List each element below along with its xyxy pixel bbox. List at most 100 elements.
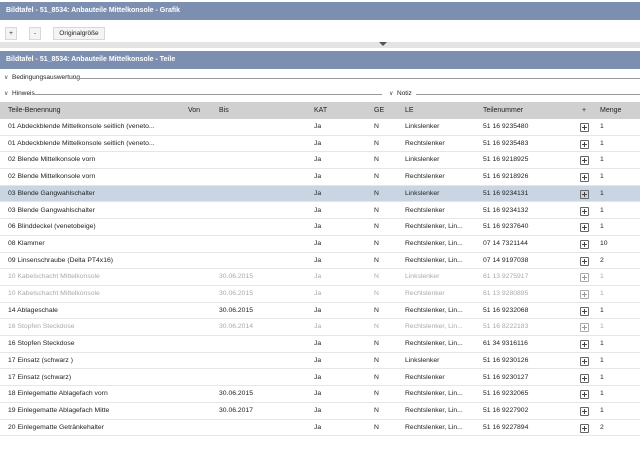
cell-le: Rechtslenker, Lin... [405,239,463,247]
cell-partno: 61 13 9280895 [483,290,529,297]
table-row[interactable]: 08 Klammer Ja N Rechtslenker, Lin... 07 14 7… [0,236,640,253]
cell-le: Linkslenker [405,356,440,364]
col-partno-header[interactable]: Teilenummer [483,102,523,119]
add-to-cart-icon[interactable] [580,206,589,216]
hint-section-toggle[interactable]: ∨ Hinweis [4,88,35,100]
table-row[interactable]: 01 Abdeckblende Mittelkonsole seitlich (… [0,136,640,153]
panel-splitter[interactable] [0,42,640,48]
cell-qty: 1 [600,189,604,197]
add-to-cart-icon[interactable] [580,373,589,383]
cell-name: 14 Ablageschale [8,306,58,314]
add-to-cart-icon[interactable] [580,139,589,149]
cell-le: Rechtslenker [405,290,445,297]
add-to-cart-icon[interactable] [580,239,589,249]
cell-to [219,219,309,235]
add-to-cart-icon[interactable] [580,390,589,400]
graphic-toolbar: + - Originalgröße [0,25,640,42]
cell-name: 16 Stopfen Steckdose [8,323,75,331]
col-qty-header[interactable]: Menge [600,102,621,119]
add-to-cart-icon[interactable] [580,323,589,333]
table-row[interactable]: 02 Blende Mittelkonsole vorn Ja N Rechtslen… [0,169,640,186]
cell-to [219,420,309,436]
add-to-cart-icon[interactable] [580,256,589,266]
original-size-button[interactable]: Originalgröße [53,27,105,40]
cell-qty: 1 [600,273,604,281]
add-to-cart-icon[interactable] [580,189,589,199]
table-row[interactable]: 03 Blende Gangwahlschalter Ja N Linkslenker… [0,185,640,203]
cell-kat: Ja [314,239,322,247]
table-row[interactable]: 17 Einsatz (schwarz ) Ja N Linkslenker 51 16… [0,353,640,370]
cell-partno: 51 16 9234131 [483,189,529,197]
cell-from [188,353,216,369]
add-to-cart-icon[interactable] [580,173,589,183]
add-to-cart-icon[interactable] [580,340,589,350]
cell-ge: N [374,373,379,381]
cell-kat: Ja [314,406,322,414]
col-ge-header[interactable]: GE [374,102,384,119]
add-to-cart-icon[interactable] [580,406,589,416]
cell-from [188,403,216,419]
col-from-header[interactable]: Von [188,102,200,119]
cell-le: Rechtslenker, Lin... [405,256,463,264]
cell-kat: Ja [314,189,322,197]
cell-kat: Ja [314,256,322,264]
cell-from [188,136,216,152]
cell-partno: 51 16 9232065 [483,390,529,398]
table-row[interactable]: 02 Blende Mittelkonsole vorn Ja N Linkslenk… [0,152,640,170]
cell-from [188,319,216,335]
zoom-in-button[interactable]: + [5,27,17,40]
col-to-header[interactable]: Bis [219,102,229,119]
cell-to: 30.06.2017 [219,406,254,414]
cell-kat: Ja [314,139,322,147]
cell-kat: Ja [314,123,322,130]
add-to-cart-icon[interactable] [580,290,589,299]
cell-partno: 51 16 9234132 [483,206,529,214]
cell-kat: Ja [314,423,322,431]
cell-from [188,169,216,185]
table-row[interactable]: 18 Einlegematte Ablagefach vorn 30.06.201… [0,386,640,403]
cell-from [188,269,216,285]
add-to-cart-icon[interactable] [580,423,589,433]
add-to-cart-icon[interactable] [580,306,589,316]
col-name-header[interactable]: Teile-Benennung [8,102,61,119]
cell-from [188,236,216,252]
zoom-out-button[interactable]: - [29,27,41,40]
note-section-toggle[interactable]: ∨ Notiz [389,88,412,100]
cell-partno: 51 16 9230127 [483,373,529,381]
col-kat-header[interactable]: KAT [314,102,327,119]
add-to-cart-icon[interactable] [580,273,589,283]
cell-from [188,370,216,386]
cell-partno: 51 16 9235483 [483,139,529,147]
table-row[interactable]: 10 Kabelschacht Mittelkonsole 30.06.2015 J… [0,286,640,303]
col-plus-header[interactable]: + [582,102,586,119]
table-row[interactable]: 19 Einlegematte Ablagefach Mitte 30.06.20… [0,403,640,420]
add-to-cart-icon[interactable] [580,123,589,132]
col-le-header[interactable]: LE [405,102,414,119]
table-row[interactable]: 03 Blende Gangwahlschalter Ja N Rechtslenke… [0,203,640,220]
add-to-cart-icon[interactable] [580,223,589,233]
table-row[interactable]: 20 Einlegematte Getränkehalter Ja N Rechtsl… [0,420,640,437]
table-row[interactable]: 16 Stopfen Steckdose 30.06.2014 Ja N Rechtsl… [0,319,640,337]
cell-ge: N [374,206,379,214]
cell-ge: N [374,356,379,364]
table-row[interactable]: 01 Abdeckblende Mittelkonsole seitlich (… [0,119,640,136]
table-row[interactable]: 06 Blinddeckel (venetobeige) Ja N Rechtslen… [0,219,640,236]
cell-to [219,253,309,269]
cell-to [219,119,309,135]
cell-name: 10 Kabelschacht Mittelkonsole [8,273,100,281]
cell-qty: 1 [600,406,604,414]
table-row[interactable]: 09 Linsenschraube (Delta PT4x16) Ja N Recht… [0,253,640,270]
table-row[interactable]: 14 Ablageschale 30.06.2015 Ja N Rechtslenker… [0,303,640,320]
collapse-arrow-icon[interactable] [379,42,387,46]
table-row[interactable]: 16 Stopfen Steckdose Ja N Rechtslenker, Lin… [0,336,640,353]
cell-to [219,152,309,168]
cell-le: Rechtslenker [405,373,445,381]
table-row[interactable]: 17 Einsatz (schwarz) Ja N Rechtslenker 51 16… [0,370,640,387]
cell-to: 30.06.2015 [219,306,254,314]
table-row[interactable]: 10 Kabelschacht Mittelkonsole 30.06.2015 J… [0,269,640,286]
add-to-cart-icon[interactable] [580,356,589,366]
cell-qty: 1 [600,206,604,214]
cell-name: 02 Blende Mittelkonsole vorn [8,173,96,181]
add-to-cart-icon[interactable] [580,156,589,166]
cell-qty: 1 [600,390,604,398]
